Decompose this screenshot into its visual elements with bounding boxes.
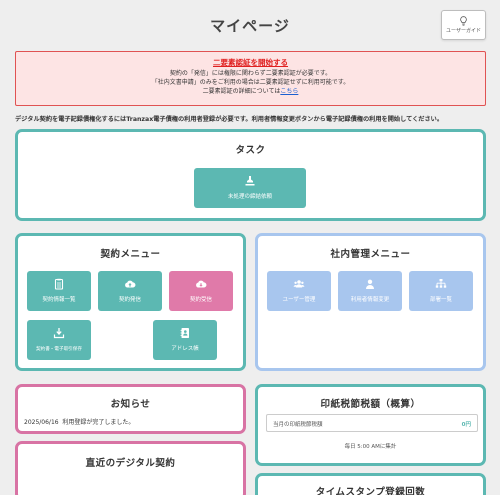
contract-menu-title: 契約メニュー xyxy=(100,249,161,260)
user-guide-button[interactable]: ユーザーガイド xyxy=(441,10,486,40)
contract-list-label: 契約情報一覧 xyxy=(42,297,76,303)
page-title: マイページ xyxy=(210,17,290,35)
clipboard-icon xyxy=(54,278,64,290)
contract-send-button[interactable]: 契約発信 xyxy=(98,271,162,311)
address-book-label: アドレス帳 xyxy=(171,346,199,352)
stamp-tax-note: 毎日 5:00 AMに集計 xyxy=(344,444,397,450)
two-factor-start-link[interactable]: 二要素認証を開始する xyxy=(16,58,485,67)
alert-line-3: 二要素認証の詳細についてはこちら xyxy=(16,87,485,96)
news-date: 2025/06/16 xyxy=(24,419,59,426)
stamp-tax-box: 当月の印紙税節税額 0円 xyxy=(266,414,478,432)
pending-signature-label: 未処理の締結依頼 xyxy=(227,194,272,200)
internal-menu-card: 社内管理メニュー ユーザー管理 利用者情報変更 部署一覧 xyxy=(255,233,486,371)
stamp-icon xyxy=(245,176,255,186)
contract-menu-card: 契約メニュー 契約情報一覧 契約発信 契約受信 契約書・電子取引保存 アドレス帳 xyxy=(15,233,246,371)
user-management-button[interactable]: ユーザー管理 xyxy=(267,271,331,311)
users-icon xyxy=(293,280,305,288)
alert-details-link[interactable]: こちら xyxy=(280,88,298,95)
contract-receive-label: 契約受信 xyxy=(189,297,212,303)
download-tray-icon xyxy=(53,328,65,339)
recent-contracts-title: 直近のデジタル契約 xyxy=(85,458,176,469)
recent-contracts-card: 直近のデジタル契約 xyxy=(15,441,246,495)
user-icon xyxy=(366,279,374,289)
contract-storage-button[interactable]: 契約書・電子取引保存 xyxy=(27,320,91,360)
news-text: 利用登録が完了しました。 xyxy=(62,419,135,426)
contract-send-label: 契約発信 xyxy=(118,297,141,303)
timestamp-card: タイムスタンプ登録回数 xyxy=(255,473,486,495)
news-card: お知らせ 2025/06/16 利用登録が完了しました。 xyxy=(15,384,246,434)
timestamp-title: タイムスタンプ登録回数 xyxy=(315,487,426,495)
tranzax-notice: デジタル契約を電子記録債権化するにはTranzax電子債権の利用者登録が必要です… xyxy=(15,116,444,123)
alert-line-2: 「社内文書申請」のみをご利用の場合は二要素認証せずに利用可能です。 xyxy=(151,79,350,86)
pending-signature-button[interactable]: 未処理の締結依頼 xyxy=(194,168,306,208)
department-list-button[interactable]: 部署一覧 xyxy=(409,271,473,311)
news-item[interactable]: 2025/06/16 利用登録が完了しました。 xyxy=(24,417,134,426)
cloud-upload-icon xyxy=(125,280,136,288)
user-info-change-button[interactable]: 利用者情報変更 xyxy=(338,271,402,311)
address-book-icon xyxy=(180,328,189,338)
contract-receive-button[interactable]: 契約受信 xyxy=(169,271,233,311)
user-info-change-label: 利用者情報変更 xyxy=(350,297,390,303)
task-title: タスク xyxy=(235,145,266,156)
alert-line-1: 契約の「発信」には権限に関わらず二要素認証が必要です。 xyxy=(169,70,332,77)
address-book-button[interactable]: アドレス帳 xyxy=(153,320,217,360)
org-chart-icon xyxy=(435,279,447,288)
stamp-tax-card: 印紙税節税額（概算） 当月の印紙税節税額 0円 毎日 5:00 AMに集計 xyxy=(255,384,486,466)
department-list-label: 部署一覧 xyxy=(429,297,452,303)
stamp-tax-value: 0円 xyxy=(461,422,471,428)
contract-storage-label: 契約書・電子取引保存 xyxy=(36,347,82,352)
user-management-label: ユーザー管理 xyxy=(282,297,316,303)
internal-menu-title: 社内管理メニュー xyxy=(330,249,411,260)
contract-list-button[interactable]: 契約情報一覧 xyxy=(27,271,91,311)
news-title: お知らせ xyxy=(110,399,151,410)
lightbulb-icon xyxy=(460,16,467,26)
two-factor-alert: 二要素認証を開始する 契約の「発信」には権限に関わらず二要素認証が必要です。 「… xyxy=(15,51,486,106)
task-card: タスク 未処理の締結依頼 xyxy=(15,129,486,221)
stamp-tax-title: 印紙税節税額（概算） xyxy=(320,399,421,410)
cloud-download-icon xyxy=(196,280,207,288)
alert-line-3-text: 二要素認証の詳細については xyxy=(202,88,281,95)
stamp-tax-label: 当月の印紙税節税額 xyxy=(273,422,323,428)
user-guide-label: ユーザーガイド xyxy=(446,28,481,34)
page-header: マイページ ユーザーガイド xyxy=(0,0,500,48)
